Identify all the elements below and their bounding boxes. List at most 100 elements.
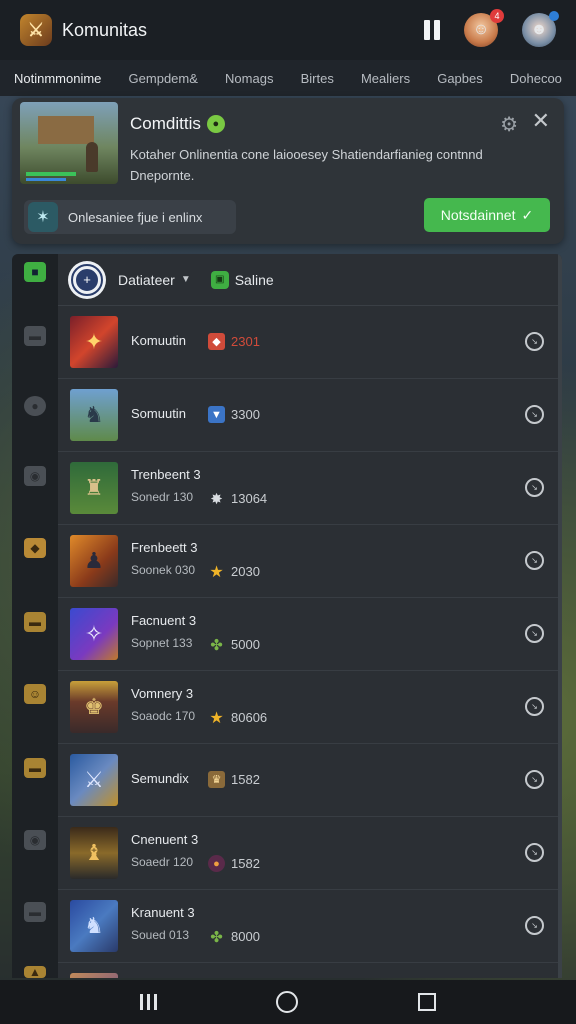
list-item[interactable]: ♚ Vomnery 3 Soaodc 170 ★ 80606 ↘ [58,671,558,744]
list-item[interactable]: ♟ Frenbeett 3 Soonek 030 ★ 2030 ↘ [58,525,558,598]
player-avatar: ✦ [70,316,118,368]
list-item[interactable]: ♞ Somuutin ▼ 3300 ↘ [58,379,558,452]
chevron-right-icon[interactable]: ↘ [525,624,544,643]
scrollbar[interactable] [558,254,562,978]
tab-notifications[interactable]: Notinmmonime [14,71,101,86]
player-avatar: ♞ [70,900,118,952]
message-icon[interactable]: ▬ [24,758,46,778]
player-name: Semundix [131,771,189,786]
tab-dohecoo[interactable]: Dohecoo [510,71,562,86]
overview-icon[interactable] [418,993,437,1011]
target-icon[interactable]: + [68,260,106,299]
hero-figure [86,142,98,172]
tab-nomags[interactable]: Nomags [225,71,273,86]
camera-icon[interactable]: ◉ [24,830,46,850]
list-item[interactable]: ⚔ Semundix ♛ 1582 ↘ [58,744,558,817]
player-name: Kranuent 3 [131,905,195,920]
player-name: Somuutin [131,406,186,421]
check-icon: ✓ [521,206,534,223]
online-filter[interactable]: ▣ Saline [210,270,274,289]
orb-icon: ● [208,855,225,872]
location-icon[interactable]: ● [24,396,46,416]
pill-label: Onlesaniee fjue i enlinx [68,209,203,225]
mana-bar [26,178,66,181]
leaf-icon: ✤ [210,928,223,946]
folder-icon[interactable]: ▬ [24,902,46,922]
recents-icon[interactable] [139,994,157,1010]
player-score: ★ 80606 [209,709,268,727]
player-avatar: ♞ [70,389,118,441]
star-icon: ★ [209,563,224,581]
chevron-right-icon[interactable]: ↘ [525,478,544,497]
tab-gapbes[interactable]: Gapbes [437,71,483,86]
chat-icon[interactable]: ■ [24,262,46,282]
chevron-right-icon[interactable]: ↘ [525,770,544,789]
player-score: ★ 2030 [209,563,260,581]
player-score: ✤ 5000 [208,636,260,654]
list-item[interactable]: ♝ Cnenuent 3 Soaedr 120 ● 1582 ↘ [58,817,558,890]
chevron-right-icon[interactable]: ↘ [525,551,544,570]
side-rail: ■ ▬ ● ◉ ◆ ▬ ☺ ▬ ◉ ▬ ▲ [12,254,58,979]
player-avatar: ⚔ [70,754,118,806]
player-name: Vomnery 3 [131,686,194,701]
sparkle-icon: ✶ [28,202,58,232]
camera-icon[interactable]: ◉ [24,466,46,486]
shield-icon: ▼ [208,406,225,423]
confirm-button[interactable]: Notsdainnet ✓ [424,198,550,232]
tab-mealiers[interactable]: Mealiers [361,71,410,86]
player-subtitle: Sonedr 130 [131,490,194,504]
player-name: Trenbeent 3 [131,467,201,482]
player-score: ✸ 13064 [208,490,267,508]
tab-gempdem[interactable]: Gempdem& [129,71,198,86]
player-avatar: ♟ [70,535,118,587]
trophy-icon: ♛ [208,771,225,788]
tab-bar: Notinmmonime Gempdem& Nomags Birtes Meal… [0,60,576,96]
notification-badge: 4 [490,9,504,23]
player-avatar: ✧ [70,608,118,660]
inbox-icon[interactable]: ▬ [24,326,46,346]
app-logo: ⚔ [20,14,52,46]
app-title: Komunitas [62,19,148,40]
star-icon: ★ [209,709,224,727]
online-status-pill[interactable]: ✶ Onlesaniee fjue i enlinx [24,200,236,234]
notification-card: Comdittis ● ⚙ ✕ Kotaher Onlinentia cone … [12,98,564,244]
chevron-right-icon[interactable]: ↘ [525,916,544,935]
chevron-right-icon[interactable]: ↘ [525,697,544,716]
pause-icon[interactable] [424,20,440,40]
chevron-right-icon[interactable]: ↘ [525,405,544,424]
status-badge [549,11,559,21]
player-score: ◆ 2301 [208,333,260,350]
face-icon: ☺ [472,21,490,38]
player-avatar [70,973,118,978]
list-item[interactable]: ♜ Trenbeent 3 Sonedr 130 ✸ 13064 ↘ [58,452,558,525]
star-icon: ✸ [210,490,223,508]
list-item[interactable] [58,963,558,978]
avatar[interactable]: ☺ 4 [464,9,504,47]
ticket-icon[interactable]: ◆ [24,538,46,558]
profile-avatar[interactable]: ☻ [522,11,559,47]
friends-list-panel: + Datiateer ▼ ▣ Saline ✦ Komuutin ◆ 2301… [58,254,562,978]
player-avatar: ♚ [70,681,118,733]
verified-icon: ● [206,115,225,133]
list-item[interactable]: ✦ Komuutin ◆ 2301 ↘ [58,306,558,379]
gear-icon[interactable]: ⚙ [500,112,518,137]
bag-icon[interactable]: ▲ [24,965,46,979]
player-name: Komuutin [131,333,186,348]
filter-dropdown[interactable]: Datiateer ▼ [118,272,191,288]
fire-icon: ◆ [208,333,225,350]
player-name: Cnenuent 3 [131,832,199,847]
player-subtitle: Soaodc 170 [131,709,196,723]
player-avatar: ♜ [70,462,118,514]
list-item[interactable]: ✧ Facnuent 3 Sopnet 133 ✤ 5000 ↘ [58,598,558,671]
health-bar [26,172,76,176]
chevron-right-icon[interactable]: ↘ [525,332,544,351]
smile-icon[interactable]: ☺ [24,684,46,704]
top-bar-actions: ☺ 4 ☻ [424,9,559,47]
player-name: Facnuent 3 [131,613,197,628]
card-icon[interactable]: ▬ [24,612,46,632]
home-icon[interactable] [276,991,299,1013]
close-icon[interactable]: ✕ [532,108,550,134]
chevron-right-icon[interactable]: ↘ [525,843,544,862]
tab-birtes[interactable]: Birtes [301,71,334,86]
list-item[interactable]: ♞ Kranuent 3 Soued 013 ✤ 8000 ↘ [58,890,558,963]
